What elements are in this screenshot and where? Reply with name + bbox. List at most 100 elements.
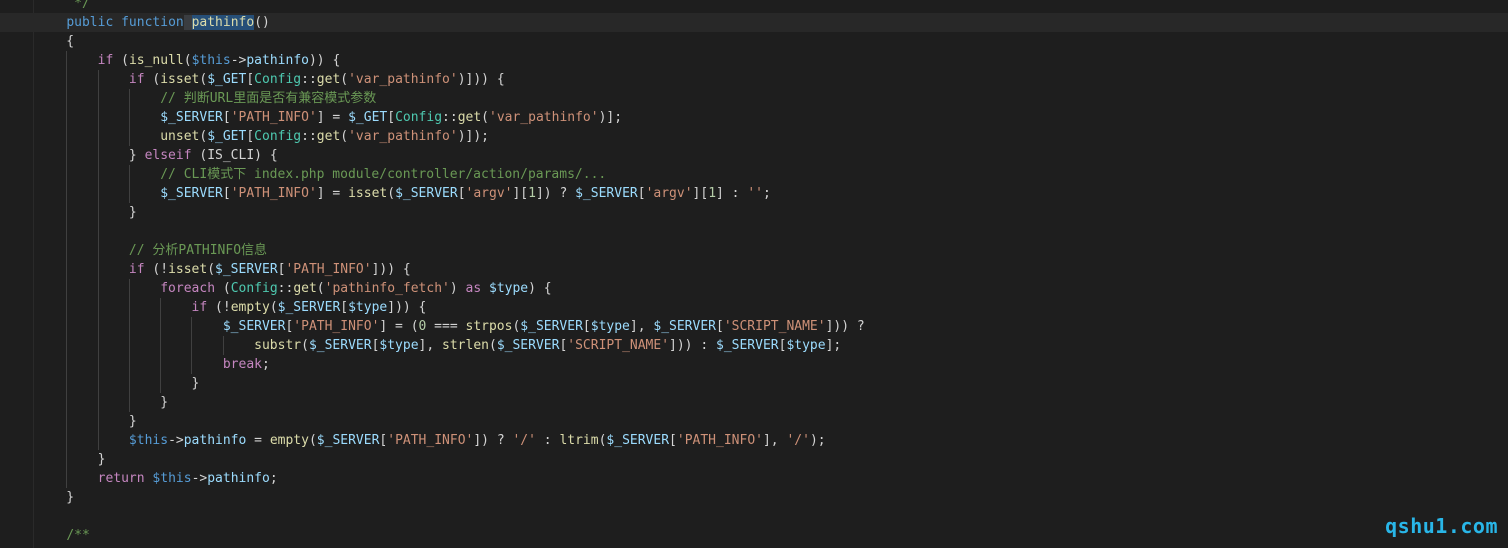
code-line[interactable]: 9 // CLI模式下 index.php module/controller/… xyxy=(0,165,1508,184)
code-token: )]); xyxy=(457,129,489,144)
code-line[interactable]: 3 $this->pathinfo = empty($_SERVER['PATH… xyxy=(0,431,1508,450)
code-token: Config xyxy=(254,72,302,87)
code-token: ( xyxy=(144,72,161,87)
code-token: get xyxy=(316,72,341,87)
indent-guide xyxy=(66,336,68,355)
code-token: $_SERVER xyxy=(215,262,278,277)
code-line[interactable]: 5 foreach (Config::get('pathinfo_fetch')… xyxy=(0,279,1508,298)
indent-guide xyxy=(66,184,68,203)
code-token: public xyxy=(66,15,114,30)
code-line[interactable]: 7 unset($_GET[Config::get('var_pathinfo'… xyxy=(0,127,1508,146)
indent-guide xyxy=(97,317,99,336)
code-token: ( xyxy=(207,262,216,277)
indent-guide xyxy=(66,260,68,279)
code-line[interactable]: 4 if (!isset($_SERVER['PATH_INFO'])) { xyxy=(0,260,1508,279)
line-number: 8 xyxy=(0,146,12,165)
code-token: if xyxy=(128,262,145,277)
code-token: [ xyxy=(222,186,231,201)
code-token: )]; xyxy=(598,110,623,125)
code-text: if (is_null($this->pathinfo)) { xyxy=(35,51,341,70)
code-token: $type xyxy=(379,338,419,353)
code-line[interactable]: 0 */ xyxy=(0,0,1508,13)
code-token: 'PATH_INFO' xyxy=(230,110,317,125)
code-token: 'PATH_INFO' xyxy=(676,433,763,448)
code-line[interactable]: 9 break; xyxy=(0,355,1508,374)
code-line[interactable]: 8 substr($_SERVER[$type], strlen($_SERVE… xyxy=(0,336,1508,355)
code-line[interactable]: 0 } xyxy=(0,374,1508,393)
line-number: 2 xyxy=(0,412,12,431)
indent-guide xyxy=(97,165,99,184)
line-number: 3 xyxy=(0,241,12,260)
indent-guide xyxy=(128,374,130,393)
code-token: pathinfo xyxy=(183,433,247,448)
code-text: $this->pathinfo = empty($_SERVER['PATH_I… xyxy=(35,431,826,450)
code-token: $_SERVER xyxy=(222,319,286,334)
code-token: empty xyxy=(230,300,270,315)
indent-guide xyxy=(191,317,193,336)
code-token: ( xyxy=(340,129,349,144)
line-number: 2 xyxy=(0,32,12,51)
code-line[interactable]: 6 $_SERVER['PATH_INFO'] = $_GET[Config::… xyxy=(0,108,1508,127)
code-line[interactable]: 2 xyxy=(0,222,1508,241)
code-line[interactable]: 3 // 分析PATHINFO信息 xyxy=(0,241,1508,260)
code-line[interactable]: 5 // 判断URL里面是否有兼容模式参数 xyxy=(0,89,1508,108)
code-token: // CLI模式下 index.php module/controller/ac… xyxy=(160,167,607,182)
code-line[interactable]: 8 } elseif (IS_CLI) { xyxy=(0,146,1508,165)
code-token: [ xyxy=(637,186,646,201)
code-token: [ xyxy=(669,433,677,448)
code-token: 'var_pathinfo' xyxy=(489,110,599,125)
line-number: 4 xyxy=(0,450,12,469)
code-text: } xyxy=(35,412,137,431)
code-editor[interactable]: 0 */1 public function pathinfo()2 {3 if … xyxy=(0,0,1508,548)
code-token: $_GET xyxy=(207,72,247,87)
code-token: $type xyxy=(590,319,630,334)
code-token: 'argv' xyxy=(465,186,513,201)
code-token: 'argv' xyxy=(645,186,693,201)
line-number: 1 xyxy=(0,203,12,222)
code-line[interactable]: 3 if (is_null($this->pathinfo)) { xyxy=(0,51,1508,70)
code-token: get xyxy=(293,281,317,296)
code-line[interactable]: 6 if (!empty($_SERVER[$type])) { xyxy=(0,298,1508,317)
code-line[interactable]: 7 $_SERVER['PATH_INFO'] = (0 === strpos(… xyxy=(0,317,1508,336)
code-token: :: xyxy=(442,110,458,125)
code-text: } elseif (IS_CLI) { xyxy=(35,146,278,165)
indent-guide xyxy=(222,336,224,355)
code-line[interactable]: 1 } xyxy=(0,393,1508,412)
code-text: substr($_SERVER[$type], strlen($_SERVER[… xyxy=(35,336,841,355)
code-line[interactable]: 4 } xyxy=(0,450,1508,469)
code-token: $_SERVER xyxy=(308,338,372,353)
code-token: ]; xyxy=(825,338,842,353)
code-line[interactable]: 1 public function pathinfo() xyxy=(0,13,1508,32)
indent-guide xyxy=(128,108,130,127)
code-token: 'SCRIPT_NAME' xyxy=(723,319,826,334)
code-token: } xyxy=(35,395,169,410)
code-token: ( xyxy=(301,338,309,353)
code-text: if (!empty($_SERVER[$type])) { xyxy=(35,298,427,317)
code-token: $_SERVER xyxy=(653,319,716,334)
code-line[interactable]: 6 } xyxy=(0,488,1508,507)
code-line[interactable]: 7 xyxy=(0,507,1508,526)
indent-guide xyxy=(128,165,130,184)
code-text: } xyxy=(35,203,137,222)
indent-guide xyxy=(66,89,68,108)
code-token: ; xyxy=(269,471,278,486)
indent-guide xyxy=(97,146,99,165)
code-line[interactable]: 2 } xyxy=(0,412,1508,431)
code-token: foreach xyxy=(160,281,216,296)
code-text: break; xyxy=(35,355,270,374)
code-token: [ xyxy=(387,110,396,125)
code-token: $this xyxy=(152,471,192,486)
code-line[interactable]: 4 if (isset($_GET[Config::get('var_pathi… xyxy=(0,70,1508,89)
code-text: // 判断URL里面是否有兼容模式参数 xyxy=(35,89,376,108)
indent-guide xyxy=(66,165,68,184)
code-line[interactable]: 2 { xyxy=(0,32,1508,51)
code-line[interactable]: 5 return $this->pathinfo; xyxy=(0,469,1508,488)
code-line[interactable]: 1 } xyxy=(0,203,1508,222)
code-line[interactable]: 8 /** xyxy=(0,526,1508,545)
code-line[interactable]: 0 $_SERVER['PATH_INFO'] = isset($_SERVER… xyxy=(0,184,1508,203)
code-token: 'PATH_INFO' xyxy=(285,262,372,277)
